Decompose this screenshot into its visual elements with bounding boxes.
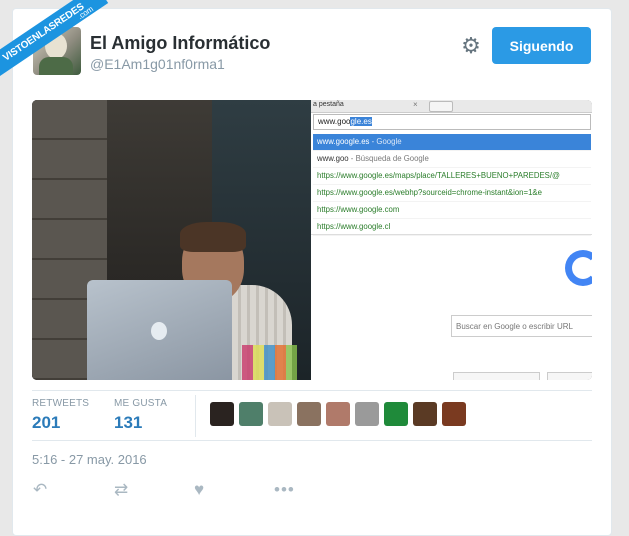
suggestion-item: https://www.google.es/maps/place/TALLERE… (313, 168, 591, 185)
photo-man-with-laptop (32, 100, 311, 380)
suggestion-item: https://www.google.es/webhp?sourceid=chr… (313, 185, 591, 202)
omnibox-autofill: gle.es (350, 117, 372, 126)
liker-avatar[interactable] (297, 402, 321, 426)
browser-tab-label: a pestaña (313, 101, 344, 108)
liker-avatar[interactable] (355, 402, 379, 426)
close-icon: × (413, 100, 418, 109)
liker-avatar[interactable] (413, 402, 437, 426)
liker-avatar[interactable] (239, 402, 263, 426)
divider (32, 390, 592, 391)
suggestion-item: www.google.es - Google (313, 134, 591, 151)
stats-divider (195, 395, 196, 437)
tweet-media[interactable]: a pestaña × www.google.es www.google.es … (32, 100, 592, 380)
retweet-icon[interactable]: ⇄ (114, 480, 128, 500)
google-logo-icon (565, 250, 592, 286)
like-icon[interactable]: ♥ (194, 480, 204, 500)
browser-tab-bar: a pestaña × (311, 100, 592, 113)
retweets-label[interactable]: RETWEETS (32, 398, 89, 409)
omnibox-suggestions: www.google.es - Google www.goo - Búsqued… (313, 134, 591, 236)
browser-screenshot: a pestaña × www.google.es www.google.es … (311, 100, 592, 380)
liker-avatar[interactable] (210, 402, 234, 426)
gear-icon[interactable]: ⚙ (460, 35, 482, 57)
suggestion-item: https://www.google.com (313, 202, 591, 219)
new-tab-icon (429, 101, 453, 112)
author-handle[interactable]: @E1Am1g01nf0rma1 (90, 56, 225, 72)
following-button[interactable]: Siguendo (492, 27, 591, 64)
retweets-count[interactable]: 201 (32, 413, 60, 433)
omnibox: www.google.es (313, 114, 591, 130)
tweet-timestamp[interactable]: 5:16 - 27 may. 2016 (32, 452, 147, 467)
likes-count[interactable]: 131 (114, 413, 142, 433)
apple-logo-icon (151, 322, 167, 340)
more-icon[interactable]: ••• (274, 480, 295, 500)
google-search-box: Buscar en Google o escribir URL (451, 315, 592, 337)
suggestion-item: www.goo - Búsqueda de Google (313, 151, 591, 168)
divider (32, 440, 592, 441)
reply-icon[interactable]: ↶ (33, 480, 47, 500)
likers-avatars (210, 402, 466, 426)
author-name[interactable]: El Amigo Informático (90, 33, 270, 54)
liker-avatar[interactable] (326, 402, 350, 426)
liker-avatar[interactable] (268, 402, 292, 426)
liker-avatar[interactable] (384, 402, 408, 426)
omnibox-typed: www.goo (318, 117, 351, 126)
likes-label[interactable]: ME GUSTA (114, 398, 167, 409)
liker-avatar[interactable] (442, 402, 466, 426)
